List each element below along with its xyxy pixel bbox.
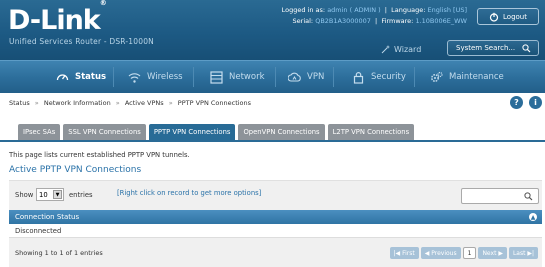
pagination: |◀ First ◀ Previous 1 Next ▶ Last ▶|	[389, 247, 538, 259]
table-search-input[interactable]	[461, 188, 539, 204]
showing-entries-text: Showing 1 to 1 of 1 entries	[15, 249, 103, 257]
firmware-version: 1.10B006E_WW	[415, 17, 467, 25]
nav-status[interactable]: Status	[56, 61, 106, 93]
gauge-icon	[56, 73, 69, 80]
column-header-connection-status[interactable]: Connection Status ▲	[9, 210, 542, 224]
wizard-icon	[381, 45, 390, 54]
pager-next-button[interactable]: Next ▶	[478, 247, 507, 259]
pager-last-button[interactable]: Last ▶|	[508, 247, 538, 259]
info-icon[interactable]: i	[529, 96, 542, 109]
tabs-underline	[0, 140, 545, 142]
dlink-logo: D-Link®	[8, 0, 107, 36]
entries-select[interactable]: 10 ▼	[36, 188, 64, 201]
system-search-input[interactable]: System Search...	[447, 40, 539, 56]
breadcrumb-network-information[interactable]: Network Information	[44, 99, 111, 107]
table-controls: Show 10 ▼ entries [Right click on record…	[9, 180, 542, 210]
device-info: Serial: QB2B1A3000007 | Firmware: 1.10B0…	[292, 17, 467, 25]
table-row[interactable]: Disconnected	[9, 224, 542, 238]
section-title: Active PPTP VPN Connections	[9, 165, 142, 175]
nav-vpn[interactable]: VPN	[288, 61, 324, 93]
vpn-tabs: IPsec SAs SSL VPN Connections PPTP VPN C…	[18, 124, 415, 140]
pager-previous-button[interactable]: ◀ Previous	[420, 247, 461, 259]
tab-pptp-vpn-connections[interactable]: PPTP VPN Connections	[148, 124, 236, 140]
language-link[interactable]: English [US]	[428, 6, 468, 14]
serial-number: QB2B1A3000007	[315, 17, 371, 25]
tab-l2tp-vpn-connections[interactable]: L2TP VPN Connections	[327, 124, 415, 140]
wifi-icon	[128, 72, 141, 83]
breadcrumb: Status » Network Information » Active VP…	[9, 99, 252, 107]
wizard-link[interactable]: Wizard	[381, 44, 421, 54]
breadcrumb-status[interactable]: Status	[9, 99, 30, 107]
tab-ssl-vpn-connections[interactable]: SSL VPN Connections	[63, 124, 146, 140]
table-footer: Showing 1 to 1 of 1 entries |◀ First ◀ P…	[9, 238, 542, 267]
collapse-icon[interactable]: ▲	[529, 213, 537, 221]
main-nav: Status Wireless Network VPN Security Mai…	[0, 60, 545, 93]
power-icon	[489, 12, 499, 22]
chevron-down-icon: ▼	[53, 190, 62, 199]
tab-ipsec-sas[interactable]: IPsec SAs	[18, 124, 61, 140]
right-click-hint: [Right click on record to get more optio…	[117, 189, 262, 197]
breadcrumb-current: PPTP VPN Connections	[177, 99, 252, 107]
nav-maintenance[interactable]: Maintenance	[430, 61, 504, 93]
session-info: Logged in as: admin ( ADMIN ) | Language…	[281, 6, 468, 14]
page-description: This page lists current established PPTP…	[9, 151, 190, 159]
tab-openvpn-connections[interactable]: OpenVPN Connections	[238, 124, 325, 140]
search-icon	[524, 192, 533, 201]
nav-wireless[interactable]: Wireless	[128, 61, 183, 93]
pager-current-page[interactable]: 1	[462, 247, 477, 259]
vpn-cloud-icon	[288, 72, 301, 82]
logged-in-user: admin ( ADMIN )	[327, 6, 381, 14]
nav-network[interactable]: Network	[210, 61, 265, 93]
breadcrumb-active-vpns[interactable]: Active VPNs	[125, 99, 164, 107]
app-header: D-Link® Unified Services Router - DSR-10…	[0, 0, 545, 60]
gears-icon	[431, 71, 443, 82]
nav-security[interactable]: Security	[352, 61, 406, 93]
product-subtitle: Unified Services Router - DSR-1000N	[9, 37, 154, 46]
network-icon	[210, 70, 223, 84]
search-icon	[522, 44, 531, 53]
lock-icon	[353, 71, 364, 84]
pager-first-button[interactable]: |◀ First	[389, 247, 419, 259]
help-icon[interactable]: ?	[510, 96, 523, 109]
logout-button[interactable]: Logout	[477, 8, 539, 25]
